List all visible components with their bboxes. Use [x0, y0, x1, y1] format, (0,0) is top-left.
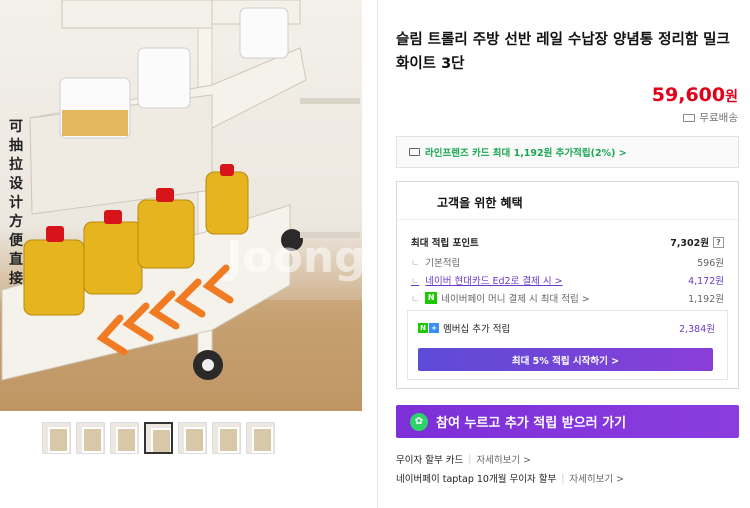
- card-icon: [409, 148, 420, 156]
- price: 59,600원: [652, 84, 738, 106]
- thumbnail[interactable]: [246, 422, 275, 454]
- points-row-npay[interactable]: N 네이버페이 머니 결제 시 최대 적립 > 1,192원: [411, 291, 724, 305]
- membership-box: N + 멤버십 추가 적립 2,384원 최대 5% 적립 시작하기 >: [407, 310, 728, 380]
- price-unit: 원: [725, 89, 738, 105]
- price-value: 59,600: [651, 84, 726, 106]
- thumbnail[interactable]: [76, 422, 105, 454]
- help-icon[interactable]: ?: [713, 236, 724, 248]
- points-row-value: 596원: [697, 258, 724, 269]
- taptap-label: 네이버페이 taptap 10개월 무이자 할부: [396, 474, 557, 485]
- thumbnail[interactable]: [110, 422, 139, 454]
- max-points-label: 최대 적립 포인트: [411, 238, 479, 249]
- max-points-row: 최대 적립 포인트 7,302원 ?: [411, 235, 724, 249]
- trolley-illustration: [0, 0, 362, 411]
- thumbnail[interactable]: [178, 422, 207, 454]
- taptap-more-link[interactable]: 자세히보기 >: [569, 471, 624, 485]
- membership-plus-icon: N +: [418, 323, 439, 333]
- points-row-basic: 기본적립 596원: [411, 255, 724, 269]
- watermark: Joong: [226, 232, 362, 283]
- thumbnail-selected[interactable]: [144, 422, 173, 454]
- shipping-label: 무료배송: [699, 112, 738, 124]
- shipping-info: 무료배송: [683, 110, 738, 125]
- product-main-image[interactable]: 可抽拉设计 方便直接 Joong: [0, 0, 362, 411]
- points-row-card[interactable]: 네이버 현대카드 Ed2로 결제 시 > 4,172원: [411, 273, 724, 287]
- product-info-panel: 슬림 트롤리 주방 선반 레일 수납장 양념통 정리함 밀크화이트 3단 59,…: [377, 0, 750, 508]
- npay-icon: N: [425, 292, 438, 304]
- points-row-label[interactable]: 네이버페이 머니 결제 시 최대 적립 >: [441, 291, 589, 305]
- installment-more-link[interactable]: 자세히보기 >: [476, 452, 531, 466]
- cta-label: 참여 누르고 추가 적립 받으러 가기: [436, 416, 627, 431]
- product-title: 슬림 트롤리 주방 선반 레일 수납장 양념통 정리함 밀크화이트 3단: [396, 32, 730, 72]
- taptap-row: 네이버페이 taptap 10개월 무이자 할부 | 자세히보기 >: [396, 471, 625, 486]
- card-promo-text: 라인프렌즈 카드 최대 1,192원 추가적립(2%) >: [425, 148, 627, 159]
- membership-row: N + 멤버십 추가 적립 2,384원: [418, 321, 715, 335]
- thumbnail[interactable]: [212, 422, 241, 454]
- thumbnail-strip: [42, 422, 275, 454]
- truck-icon: [683, 113, 696, 122]
- thumbnail[interactable]: [42, 422, 71, 454]
- points-row-label[interactable]: 네이버 현대카드 Ed2로 결제 시 >: [411, 273, 562, 287]
- points-row-value: 1,192원: [688, 294, 724, 305]
- participate-cta-button[interactable]: ✿ 참여 누르고 추가 적립 받으러 가기: [396, 405, 739, 438]
- vertical-caption: 可抽拉设计 方便直接: [9, 119, 23, 287]
- membership-value: 2,384원: [679, 324, 715, 335]
- installment-row: 무이자 할부 카드 | 자세히보기 >: [396, 452, 532, 467]
- card-promo-banner[interactable]: 라인프렌즈 카드 최대 1,192원 추가적립(2%) >: [396, 136, 739, 168]
- points-row-value: 4,172원: [688, 276, 724, 287]
- benefit-heading: 고객을 위한 혜택: [397, 182, 738, 220]
- membership-label: 멤버십 추가 적립: [443, 324, 511, 335]
- points-row-label: 기본적립: [411, 255, 460, 269]
- max-points-value: 7,302원: [670, 238, 709, 249]
- membership-start-button[interactable]: 최대 5% 적립 시작하기 >: [418, 348, 713, 371]
- installment-label: 무이자 할부 카드: [396, 455, 464, 466]
- product-gallery: 可抽拉设计 方便直接 Joong: [0, 0, 362, 508]
- benefit-box: 고객을 위한 혜택 최대 적립 포인트 7,302원 ? 기본적립 596원 네…: [396, 181, 739, 389]
- gift-icon: ✿: [410, 412, 428, 431]
